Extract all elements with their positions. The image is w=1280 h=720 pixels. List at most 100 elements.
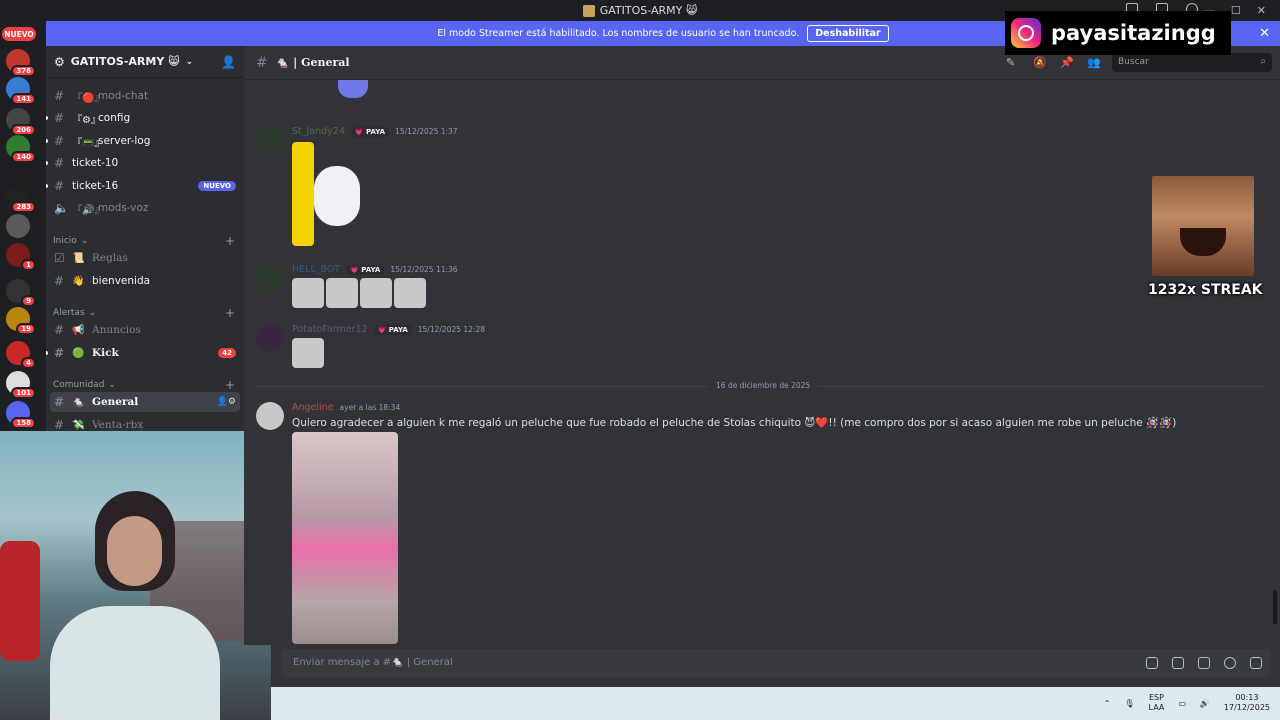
clock[interactable]: 00:13 17/12/2025: [1224, 693, 1270, 713]
gif-icon[interactable]: [1172, 657, 1184, 669]
server-icon[interactable]: [6, 214, 30, 238]
channel-emoji: 『⚙』: [72, 114, 101, 126]
maximize-icon[interactable]: ☐: [1231, 4, 1241, 17]
message-header: HELL_BOT 💗 PAYA 15/12/2025 11:36: [292, 264, 458, 275]
channel-bienvenida[interactable]: # 👋 bienvenida: [50, 271, 240, 291]
channel-reglas[interactable]: ☑ 📜 Reglas: [50, 248, 240, 268]
server-icon[interactable]: 158: [6, 401, 36, 429]
gift-icon[interactable]: [1146, 657, 1158, 669]
server-icon[interactable]: 206: [6, 108, 36, 136]
server-icon[interactable]: 1: [6, 243, 36, 271]
message-input[interactable]: Enviar mensaje a #🐁 | General: [281, 649, 1271, 677]
category-alertas[interactable]: Alertas ⌄ +: [53, 306, 235, 320]
threads-icon[interactable]: ✎: [1006, 56, 1019, 69]
close-window-icon[interactable]: ✕: [1257, 4, 1266, 17]
search-placeholder: Buscar: [1118, 57, 1149, 67]
channel-kick[interactable]: # 🟢 Kick 42: [46, 343, 240, 363]
server-name: GATITOS-ARMY 😸: [70, 55, 180, 68]
apps-icon[interactable]: [1250, 657, 1262, 669]
server-mention-badge: 140: [11, 151, 36, 163]
network-icon[interactable]: ▭: [1178, 699, 1186, 708]
channel-general[interactable]: # 🐁 General 👤⚙: [50, 392, 240, 412]
sticker-image: [314, 166, 360, 226]
server-icon[interactable]: 141: [6, 77, 36, 105]
streak-counter: 1232x STREAK: [1148, 282, 1263, 298]
category-comunidad[interactable]: Comunidad ⌄ +: [53, 378, 235, 392]
server-icon[interactable]: 9: [6, 279, 36, 307]
pin-icon[interactable]: 📌: [1060, 56, 1074, 69]
add-channel-icon[interactable]: +: [225, 306, 235, 320]
channel-label: mod-chat: [98, 90, 149, 102]
hash-icon: #: [54, 346, 65, 360]
channel-label: server-log: [98, 135, 151, 147]
hash-icon: #: [54, 111, 65, 125]
username[interactable]: HELL_BOT: [292, 264, 340, 275]
username[interactable]: Angeline: [292, 402, 334, 413]
chevron-down-icon: ⌄: [80, 236, 89, 246]
avatar[interactable]: [256, 324, 284, 352]
new-badge[interactable]: NUEVO: [2, 27, 36, 41]
sticker-icon[interactable]: [1198, 657, 1210, 669]
language-indicator[interactable]: ESP LAA: [1149, 693, 1165, 713]
chevron-up-icon[interactable]: ⌃: [1104, 699, 1111, 708]
disable-streamer-button[interactable]: Deshabilitar: [807, 25, 889, 42]
server-mention-badge: 283: [11, 201, 36, 213]
cat-emoji: [292, 278, 324, 308]
channel-label: General: [92, 396, 139, 408]
server-mention-badge: 4: [21, 357, 36, 369]
channel-settings-icon[interactable]: 👤⚙: [217, 397, 236, 407]
attachment-image[interactable]: [292, 432, 398, 644]
emoji-icon[interactable]: [1224, 657, 1236, 669]
category-inicio[interactable]: Inicio ⌄ +: [53, 234, 235, 248]
server-icon[interactable]: 283: [6, 185, 36, 213]
channel-mod-chat[interactable]: # 『🔴』 mod-chat: [50, 86, 240, 106]
server-gear-icon: ⚙: [54, 54, 65, 69]
server-icon[interactable]: 140: [6, 135, 36, 163]
channel-anuncios[interactable]: # 📢 Anuncios: [50, 320, 240, 340]
server-icon[interactable]: 19: [6, 307, 36, 335]
volume-icon[interactable]: 🔊: [1200, 699, 1210, 708]
window-title-text: GATITOS-ARMY 😸: [599, 4, 698, 17]
mute-bell-icon[interactable]: 🔕: [1033, 56, 1047, 69]
invite-icon[interactable]: 👤: [221, 55, 236, 69]
hash-icon: #: [54, 395, 65, 409]
avatar[interactable]: [256, 264, 284, 292]
channel-mods-voz[interactable]: 🔈 『🔊』 mods-voz: [50, 198, 240, 218]
channel-title: 🐁 | General: [275, 56, 350, 69]
hash-icon: #: [54, 156, 65, 170]
microphone-icon[interactable]: 🎙: [1124, 699, 1134, 708]
close-banner-icon[interactable]: ✕: [1259, 26, 1270, 41]
keyboard-layout: LAA: [1148, 703, 1165, 712]
channel-venta-rbx[interactable]: # 💸 Venta-rbx: [50, 415, 240, 431]
search-input[interactable]: Buscar ⌕: [1112, 53, 1272, 72]
channel-server-log[interactable]: # 『📟』 server-log: [46, 131, 240, 151]
channel-sidebar: ⚙ GATITOS-ARMY 😸 ⌄ 👤 # 『🔴』 mod-chat # 『⚙…: [46, 46, 244, 431]
members-icon[interactable]: 👥: [1087, 56, 1101, 69]
rules-icon: ☑: [54, 251, 65, 265]
add-channel-icon[interactable]: +: [225, 234, 235, 248]
channel-emoji: 🟢: [72, 347, 85, 359]
server-icon[interactable]: 376: [6, 49, 36, 77]
channel-emoji: 『📟』: [72, 137, 105, 149]
hash-icon: #: [54, 418, 65, 431]
role-tag: 💗 PAYA: [350, 126, 390, 137]
avatar[interactable]: [256, 126, 284, 154]
server-icon[interactable]: 4: [6, 341, 36, 369]
avatar[interactable]: [256, 402, 284, 430]
channel-ticket-10[interactable]: # ticket-10: [46, 153, 240, 173]
message-header: St_Jandy24 💗 PAYA 15/12/2025 1:37: [292, 126, 458, 137]
message-header: PotatoFarmer12 💗 PAYA 15/12/2025 12:28: [292, 324, 485, 335]
scrollbar[interactable]: [1273, 590, 1277, 624]
channel-ticket-16[interactable]: # ticket-16 NUEVO: [46, 176, 240, 196]
username[interactable]: PotatoFarmer12: [292, 324, 368, 335]
server-header[interactable]: ⚙ GATITOS-ARMY 😸 ⌄ 👤: [46, 46, 244, 78]
clock-date: 17/12/2025: [1223, 703, 1270, 712]
cat-emoji: [394, 278, 426, 308]
server-icon[interactable]: 101: [6, 371, 36, 399]
chevron-down-icon: ⌄: [185, 56, 194, 67]
username[interactable]: St_Jandy24: [292, 126, 345, 137]
channel-config[interactable]: # 『⚙』 config: [46, 108, 240, 128]
category-label: Comunidad: [53, 380, 105, 390]
add-channel-icon[interactable]: +: [225, 378, 235, 392]
server-mention-badge: 1: [21, 259, 36, 271]
